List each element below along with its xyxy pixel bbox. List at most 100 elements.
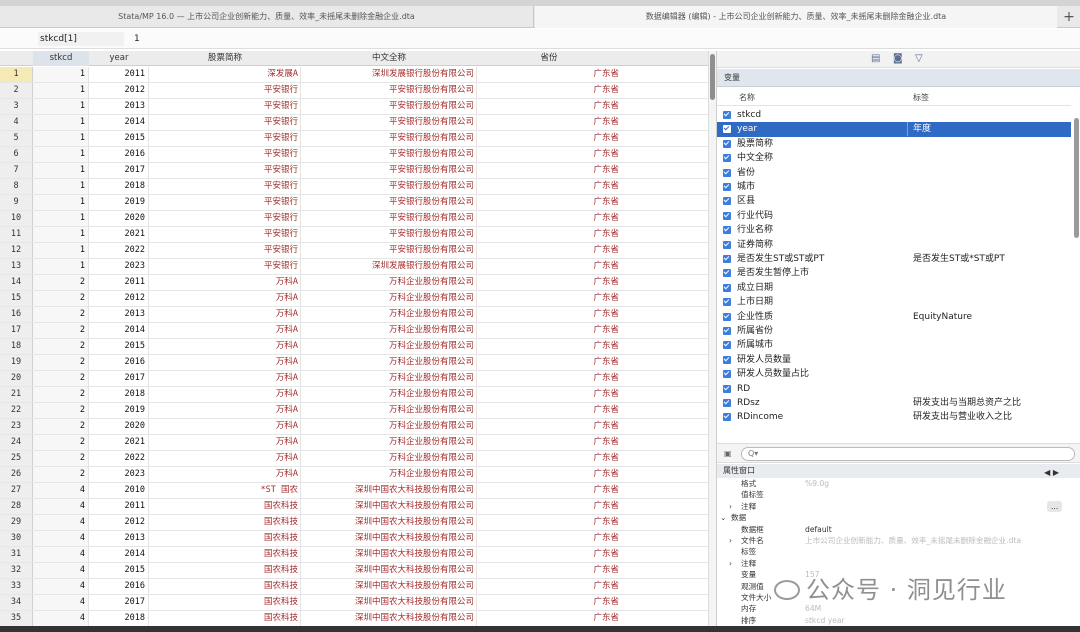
variable-row[interactable]: stkcd [717,108,1071,122]
cell-fullname[interactable]: 深圳中国农大科技股份有限公司 [301,563,477,578]
cell-province[interactable]: 广东省 [477,163,621,178]
property-row[interactable]: 数据框 default [717,524,1080,535]
cell-fullname[interactable]: 深圳中国农大科技股份有限公司 [301,611,477,626]
cell-stkcd[interactable]: 2 [33,275,89,290]
cell-year[interactable]: 2017 [89,371,149,386]
cell-fullname[interactable]: 万科企业股份有限公司 [301,371,477,386]
cell-province[interactable]: 广东省 [477,483,621,498]
cell-province[interactable]: 广东省 [477,403,621,418]
variable-row[interactable]: 企业性质 EquityNature [717,310,1071,324]
column-header-year[interactable]: year [89,51,149,66]
cell-year[interactable]: 2023 [89,259,149,274]
cell-fullname[interactable]: 平安银行股份有限公司 [301,227,477,242]
table-row[interactable]: 8 1 2018 平安银行 平安银行股份有限公司 广东省 [0,179,708,195]
grid-vertical-scrollbar[interactable] [708,51,716,632]
variable-row[interactable]: 是否发生暂停上市 [717,266,1071,280]
variable-row[interactable]: RD [717,382,1071,396]
table-row[interactable]: 29 4 2012 国农科技 深圳中国农大科技股份有限公司 广东省 [0,515,708,531]
cell-abbr[interactable]: 平安银行 [149,195,301,210]
cell-stkcd[interactable]: 1 [33,243,89,258]
table-row[interactable]: 14 2 2011 万科A 万科企业股份有限公司 广东省 [0,275,708,291]
variable-visible-checkbox[interactable] [723,154,731,163]
variable-row[interactable]: 行业代码 [717,209,1071,223]
cell-abbr[interactable]: 国农科技 [149,515,301,530]
cell-year[interactable]: 2011 [89,499,149,514]
row-number[interactable]: 14 [0,275,33,290]
table-row[interactable]: 21 2 2018 万科A 万科企业股份有限公司 广东省 [0,387,708,403]
cell-fullname[interactable]: 平安银行股份有限公司 [301,83,477,98]
more-button[interactable]: ... [1047,500,1063,512]
cell-stkcd[interactable]: 2 [33,419,89,434]
row-number[interactable]: 21 [0,387,33,402]
variable-row[interactable]: 是否发生ST或ST或PT 是否发生ST或*ST或PT [717,252,1071,266]
variable-visible-checkbox[interactable] [723,355,731,364]
row-number[interactable]: 20 [0,371,33,386]
cell-abbr[interactable]: 万科A [149,419,301,434]
cell-stkcd[interactable]: 1 [33,211,89,226]
row-number[interactable]: 17 [0,323,33,338]
cell-abbr[interactable]: *ST 国农 [149,483,301,498]
table-row[interactable]: 6 1 2016 平安银行 平安银行股份有限公司 广东省 [0,147,708,163]
variable-row[interactable]: 中文全称 [717,151,1071,165]
cell-province[interactable]: 广东省 [477,355,621,370]
cell-year[interactable]: 2015 [89,131,149,146]
row-number[interactable]: 31 [0,547,33,562]
variable-visible-checkbox[interactable] [723,327,731,335]
row-number[interactable]: 2 [0,83,33,98]
cell-year[interactable]: 2016 [89,147,149,162]
variable-visible-checkbox[interactable] [723,197,731,206]
variables-scrollbar[interactable] [1072,108,1080,482]
cell-province[interactable]: 广东省 [477,563,621,578]
cell-province[interactable]: 广东省 [477,339,621,354]
cell-year[interactable]: 2022 [89,451,149,466]
cell-year[interactable]: 2021 [89,227,149,242]
cell-abbr[interactable]: 平安银行 [149,179,301,194]
cell-fullname[interactable]: 万科企业股份有限公司 [301,435,477,450]
cell-year[interactable]: 2015 [89,339,149,354]
property-row[interactable]: › 文件名 上市公司企业创新能力、质量、效率_未摇尾未删除金融企业.dta [717,535,1080,546]
row-number[interactable]: 9 [0,195,33,210]
variable-visible-checkbox[interactable] [723,125,731,134]
row-number[interactable]: 29 [0,515,33,530]
cell-fullname[interactable]: 万科企业股份有限公司 [301,323,477,338]
cell-abbr[interactable]: 国农科技 [149,499,301,514]
property-row[interactable]: 格式 %9.0g [717,478,1080,489]
scrollbar-thumb[interactable] [1074,118,1079,238]
table-row[interactable]: 33 4 2016 国农科技 深圳中国农大科技股份有限公司 广东省 [0,579,708,595]
row-number[interactable]: 15 [0,291,33,306]
cell-fullname[interactable]: 深圳中国农大科技股份有限公司 [301,499,477,514]
row-number[interactable]: 1 [0,67,33,82]
cell-province[interactable]: 广东省 [477,211,621,226]
snapshot-icon[interactable]: ◙ [893,53,903,64]
tab-data-editor[interactable]: 数据编辑器 (编辑) - 上市公司企业创新能力、质量、效率_未摇尾未删除金融企业… [535,6,1057,28]
cell-year[interactable]: 2019 [89,195,149,210]
cell-abbr[interactable]: 平安银行 [149,83,301,98]
cell-fullname[interactable]: 深圳中国农大科技股份有限公司 [301,595,477,610]
row-number[interactable]: 6 [0,147,33,162]
cell-fullname[interactable]: 深圳中国农大科技股份有限公司 [301,483,477,498]
column-header-province[interactable]: 省份 [477,51,621,66]
cell-abbr[interactable]: 平安银行 [149,211,301,226]
property-row[interactable]: › 注释... [717,500,1080,512]
table-row[interactable]: 1 1 2011 深发展A 深圳发展银行股份有限公司 广东省 [0,67,708,83]
row-number[interactable]: 12 [0,243,33,258]
row-number[interactable]: 33 [0,579,33,594]
cell-abbr[interactable]: 国农科技 [149,611,301,626]
table-row[interactable]: 5 1 2015 平安银行 平安银行股份有限公司 广东省 [0,131,708,147]
cell-province[interactable]: 广东省 [477,611,621,626]
cell-stkcd[interactable]: 1 [33,131,89,146]
cell-year[interactable]: 2018 [89,387,149,402]
cell-stkcd[interactable]: 1 [33,195,89,210]
table-row[interactable]: 26 2 2023 万科A 万科企业股份有限公司 广东省 [0,467,708,483]
cell-year[interactable]: 2010 [89,483,149,498]
cell-fullname[interactable]: 万科企业股份有限公司 [301,467,477,482]
table-row[interactable]: 4 1 2014 平安银行 平安银行股份有限公司 广东省 [0,115,708,131]
cell-province[interactable]: 广东省 [477,595,621,610]
cell-stkcd[interactable]: 4 [33,611,89,626]
cell-province[interactable]: 广东省 [477,547,621,562]
cell-year[interactable]: 2012 [89,515,149,530]
expand-chevron-icon[interactable]: › [729,558,732,569]
cell-year[interactable]: 2012 [89,83,149,98]
cell-stkcd[interactable]: 2 [33,451,89,466]
property-value[interactable]: 上市公司企业创新能力、质量、效率_未摇尾未删除金融企业.dta [805,535,1021,546]
